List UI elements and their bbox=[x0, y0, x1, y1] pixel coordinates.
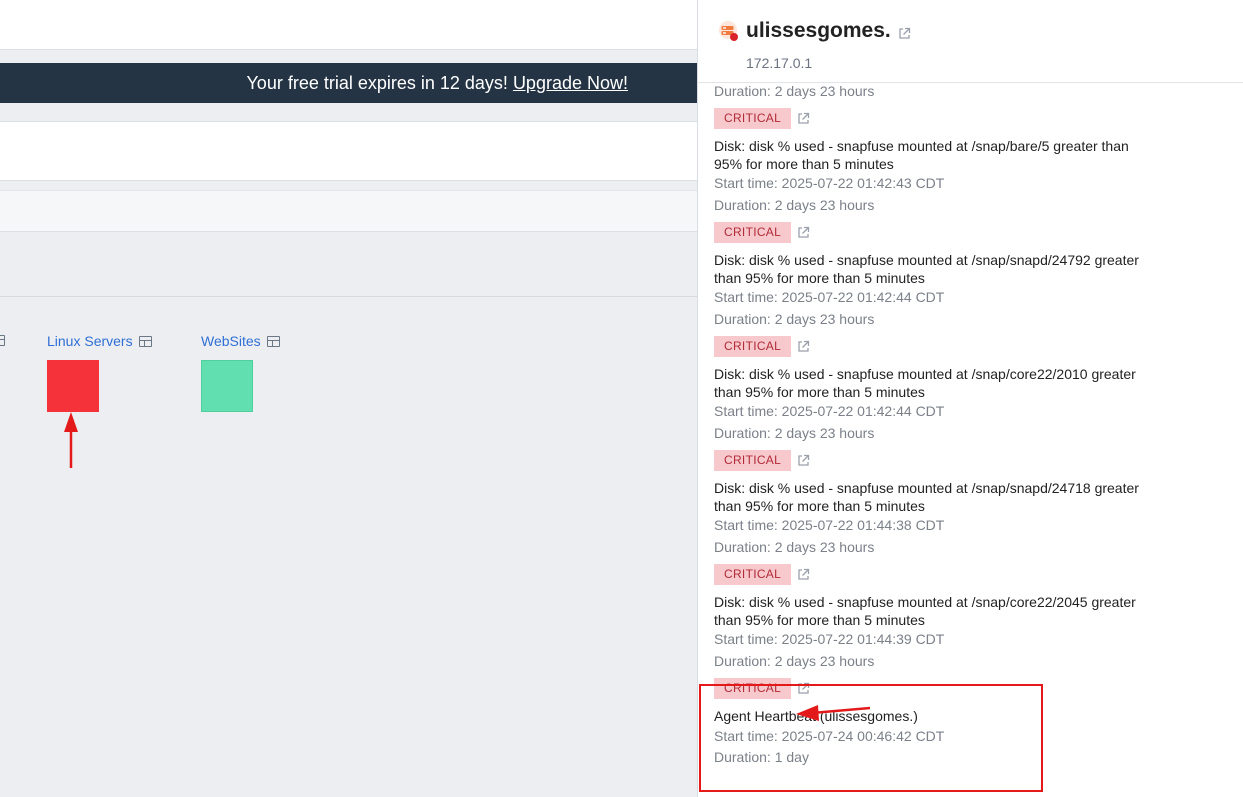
alert-title: Disk: disk % used - snapfuse mounted at … bbox=[714, 252, 1139, 286]
group-name[interactable]: WebSites bbox=[201, 333, 261, 349]
alert-title: Disk: disk % used - snapfuse mounted at … bbox=[714, 138, 1129, 172]
alert-item: CRITICAL Disk: disk % used - snapfuse mo… bbox=[714, 107, 1154, 216]
host-name: ulissesgomes. bbox=[746, 19, 891, 42]
alert-start-time: Start time: 2025-07-22 01:42:43 CDT bbox=[714, 175, 945, 191]
grid-icon[interactable] bbox=[266, 335, 280, 347]
trial-banner: Your free trial expires in 12 days! Upgr… bbox=[0, 63, 697, 103]
host-ip: 172.17.0.1 bbox=[746, 55, 813, 71]
critical-badge: CRITICAL bbox=[714, 222, 792, 243]
alert-start-time: Start time: 2025-07-22 01:44:38 CDT bbox=[714, 517, 945, 533]
alert-start-time: Start time: 2025-07-22 01:44:39 CDT bbox=[714, 631, 945, 647]
top-bar bbox=[0, 0, 697, 50]
trial-banner-text: Your free trial expires in 12 days! bbox=[246, 72, 508, 93]
critical-badge: CRITICAL bbox=[714, 450, 792, 471]
alert-start-time: Start time: 2025-07-22 01:42:44 CDT bbox=[714, 403, 945, 419]
external-link-icon[interactable] bbox=[797, 340, 810, 353]
group-label-linux-servers[interactable]: Linux Servers bbox=[47, 333, 152, 349]
alert-duration: Duration: 2 days 23 hours bbox=[714, 424, 875, 441]
alert-item: CRITICAL Disk: disk % used - snapfuse mo… bbox=[714, 563, 1154, 672]
alert-duration: Duration: 2 days 23 hours bbox=[714, 310, 875, 327]
panel-header: ulissesgomes. 172.17.0.1 bbox=[698, 0, 1243, 83]
alert-duration: Duration: 2 days 23 hours bbox=[714, 652, 875, 669]
alert-title: Disk: disk % used - snapfuse mounted at … bbox=[714, 366, 1136, 400]
alert-duration: Duration: 2 days 23 hours bbox=[714, 538, 875, 555]
alert-title: Disk: disk % used - snapfuse mounted at … bbox=[714, 480, 1139, 514]
external-link-icon[interactable] bbox=[797, 112, 810, 125]
alert-title: Disk: disk % used - snapfuse mounted at … bbox=[714, 594, 1136, 628]
grid-icon[interactable] bbox=[138, 335, 152, 347]
toolbar-row bbox=[0, 121, 697, 181]
alert-item: CRITICAL Disk: disk % used - snapfuse mo… bbox=[714, 335, 1154, 444]
alert-list: Duration: 2 days 23 hours CRITICAL Disk:… bbox=[714, 82, 1154, 769]
group-tile-websites[interactable] bbox=[201, 360, 253, 412]
alert-start-time: Start time: 2025-07-22 01:42:44 CDT bbox=[714, 289, 945, 305]
host-detail-panel: ulissesgomes. 172.17.0.1 Duration: 2 day… bbox=[697, 0, 1243, 797]
upgrade-now-link[interactable]: Upgrade Now! bbox=[513, 73, 628, 94]
alert-duration: Duration: 2 days 23 hours bbox=[714, 83, 875, 99]
section-divider bbox=[0, 296, 697, 297]
group-name[interactable]: Linux Servers bbox=[47, 333, 133, 349]
critical-badge: CRITICAL bbox=[714, 108, 792, 129]
critical-badge: CRITICAL bbox=[714, 336, 792, 357]
external-link-icon[interactable] bbox=[898, 27, 911, 40]
filter-row bbox=[0, 190, 697, 232]
external-link-icon[interactable] bbox=[797, 568, 810, 581]
external-link-icon[interactable] bbox=[797, 226, 810, 239]
alert-duration: Duration: 2 days 23 hours bbox=[714, 196, 875, 213]
alert-item: CRITICAL Disk: disk % used - snapfuse mo… bbox=[714, 449, 1154, 558]
group-label-websites[interactable]: WebSites bbox=[201, 333, 280, 349]
external-link-icon[interactable] bbox=[797, 454, 810, 467]
server-status-icon bbox=[719, 21, 738, 41]
annotation-arrow-left bbox=[796, 705, 871, 721]
group-tile-linux-servers[interactable] bbox=[47, 360, 99, 412]
alert-item: CRITICAL Disk: disk % used - snapfuse mo… bbox=[714, 221, 1154, 330]
critical-badge: CRITICAL bbox=[714, 564, 792, 585]
grid-icon[interactable] bbox=[0, 335, 5, 346]
annotation-arrow-up bbox=[64, 412, 78, 468]
